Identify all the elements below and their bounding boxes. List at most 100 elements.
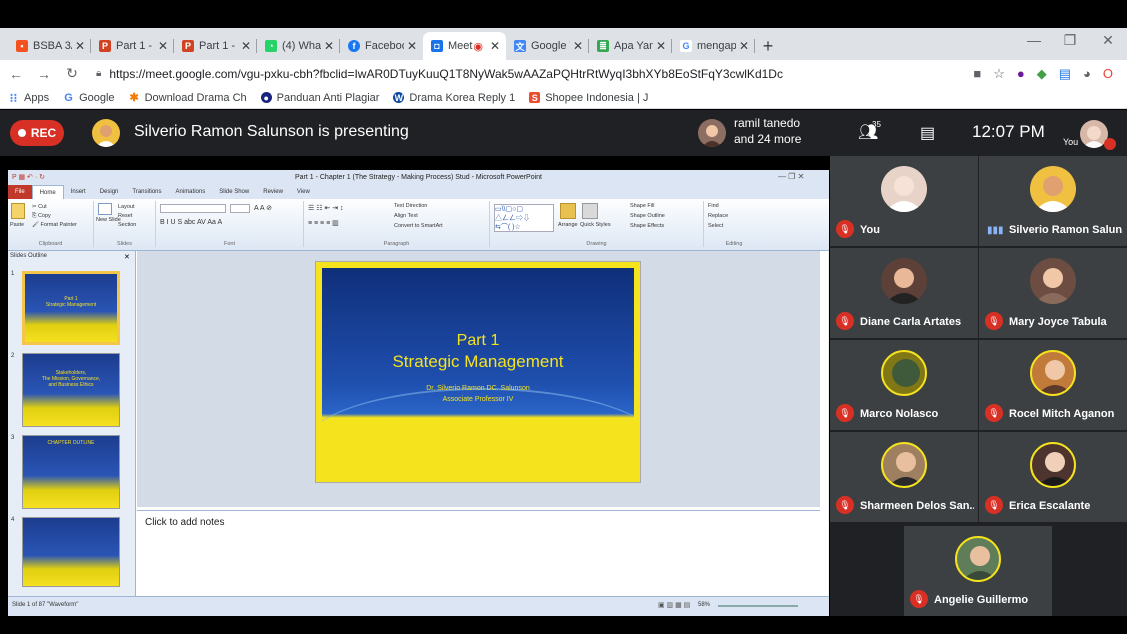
forward-icon[interactable]: → xyxy=(32,66,56,82)
tab-insert[interactable]: Insert xyxy=(64,185,93,199)
participant-tile[interactable]: 🎙︎ Angelie Guillermo xyxy=(904,526,1052,616)
tab-design[interactable]: Design xyxy=(93,185,126,199)
camera-icon[interactable]: ■ xyxy=(973,66,981,81)
slide-thumbnail[interactable]: Part 1 Strategic Management xyxy=(22,271,120,345)
vertical-scrollbar[interactable] xyxy=(828,251,829,596)
extension-icon[interactable]: ▤ xyxy=(1059,66,1071,82)
align-buttons[interactable]: ≡ ≡ ≡ ≡ ▥ xyxy=(308,219,339,227)
slide-thumbnail[interactable] xyxy=(22,517,120,587)
close-tab-icon[interactable]: ✕ xyxy=(739,39,749,53)
close-tab-icon[interactable]: ✕ xyxy=(490,39,500,53)
slide-thumbnail[interactable]: Stakeholders, The Mission, Governance, a… xyxy=(22,353,120,427)
tab-animations[interactable]: Animations xyxy=(169,185,213,199)
close-tab-icon[interactable]: ✕ xyxy=(407,39,417,53)
tab-transitions[interactable]: Transitions xyxy=(125,185,168,199)
browser-tab[interactable]: ▪BSBA 3A -✕ xyxy=(8,32,91,60)
participant-tile[interactable]: 🎙︎ Erica Escalante xyxy=(979,432,1127,522)
tab-view[interactable]: View xyxy=(290,185,317,199)
convert-smartart-button[interactable]: Convert to SmartArt xyxy=(394,223,443,229)
replace-button[interactable]: Replace xyxy=(708,213,728,219)
browser-tab[interactable]: 文Google Terj✕ xyxy=(506,32,589,60)
participant-tile[interactable]: 🎙︎ Sharmeen Delos San... xyxy=(830,432,978,522)
shape-fill-button[interactable]: Shape Fill xyxy=(630,203,654,209)
new-slide-icon[interactable] xyxy=(98,203,112,215)
notes-pane[interactable]: Click to add notes xyxy=(137,510,820,596)
participant-tile[interactable]: 🎙︎ Mary Joyce Tabula xyxy=(979,248,1127,338)
participant-tile[interactable]: 🎙︎ Rocel Mitch Aganon xyxy=(979,340,1127,430)
cut-button[interactable]: ✂ Cut xyxy=(32,204,47,210)
font-size-buttons[interactable]: A A ⊘ xyxy=(254,204,272,212)
browser-tab[interactable]: fFacebook✕ xyxy=(340,32,423,60)
list-buttons[interactable]: ☰ ☷ ⇤ ⇥ ↕ xyxy=(308,204,344,212)
maximize-icon[interactable]: ❐ xyxy=(1052,32,1088,49)
bookmark-panduan[interactable]: ● Panduan Anti Plagiar xyxy=(260,92,379,104)
profile-icon[interactable]: ◕ xyxy=(1083,66,1091,81)
close-tab-icon[interactable]: ✕ xyxy=(324,39,334,53)
select-button[interactable]: Select xyxy=(708,223,723,229)
paste-button[interactable]: Paste xyxy=(10,222,24,228)
back-icon[interactable]: ← xyxy=(4,66,28,82)
participant-tile[interactable]: 🎙︎ Diane Carla Artates xyxy=(830,248,978,338)
participant-tile[interactable]: 🎙︎ You xyxy=(830,156,978,246)
panel-tabs[interactable]: Slides Outline xyxy=(10,253,47,259)
ppt-window-controls[interactable]: — ❐ ✕ xyxy=(778,172,804,181)
quick-styles-button[interactable]: Quick Styles xyxy=(580,222,611,228)
current-slide[interactable]: Part 1 Strategic Management Dr. Silverio… xyxy=(315,261,641,483)
close-tab-icon[interactable]: ✕ xyxy=(241,39,251,53)
bookmark-drama[interactable]: ✱ Download Drama Ch xyxy=(129,92,246,105)
bookmark-apps[interactable]: ⁝⁝ Apps xyxy=(8,91,49,105)
section-button[interactable]: Section xyxy=(118,222,136,228)
font-size-input[interactable] xyxy=(230,204,250,213)
tab-slide-show[interactable]: Slide Show xyxy=(212,185,256,199)
quick-styles-icon[interactable] xyxy=(582,203,598,219)
browser-tab[interactable]: ≣Apa Yang D✕ xyxy=(589,32,672,60)
find-button[interactable]: Find xyxy=(708,203,719,209)
tab-review[interactable]: Review xyxy=(256,185,290,199)
align-text-button[interactable]: Align Text xyxy=(394,213,418,219)
minimize-icon[interactable]: — xyxy=(1016,32,1052,48)
star-icon[interactable]: ☆ xyxy=(993,66,1005,82)
bookmark-google[interactable]: G Google xyxy=(63,92,114,104)
view-buttons[interactable]: ▣ ▥ ▦ ▤ xyxy=(658,601,690,609)
close-tab-icon[interactable]: ✕ xyxy=(573,39,583,53)
font-name-input[interactable] xyxy=(160,204,226,213)
browser-tab[interactable]: ◔(4) WhatsAp✕ xyxy=(257,32,340,60)
paste-icon[interactable] xyxy=(11,203,25,219)
shape-effects-button[interactable]: Shape Effects xyxy=(630,223,664,229)
reload-icon[interactable]: ↻ xyxy=(60,65,84,82)
bookmark-shopee[interactable]: S Shopee Indonesia | J xyxy=(529,92,648,104)
close-tab-icon[interactable]: ✕ xyxy=(158,39,168,53)
arrange-button[interactable]: Arrange xyxy=(558,222,578,228)
format-painter-button[interactable]: 🖌︎ Format Painter xyxy=(32,222,77,228)
reset-button[interactable]: Reset xyxy=(118,213,132,219)
copy-button[interactable]: ⎘ Copy xyxy=(32,213,51,220)
shapes-gallery[interactable]: ▭\\▢○▢ △ㄥㄥ⇨⇩ ⇆⌒( )☆ xyxy=(494,204,554,232)
close-icon[interactable]: ✕ xyxy=(124,253,130,261)
chat-icon[interactable]: ▤ xyxy=(920,123,935,143)
close-tab-icon[interactable]: ✕ xyxy=(75,39,85,53)
tab-home[interactable]: Home xyxy=(31,185,64,199)
arrange-icon[interactable] xyxy=(560,203,576,219)
extension-icon[interactable]: ● xyxy=(1017,66,1025,81)
browser-tab[interactable]: Gmengapa p✕ xyxy=(672,32,755,60)
layout-button[interactable]: Layout xyxy=(118,204,135,210)
browser-tab[interactable]: PPart 1 - Cha✕ xyxy=(91,32,174,60)
participant-tile[interactable]: 🎙︎ Marco Nolasco xyxy=(830,340,978,430)
text-direction-button[interactable]: Text Direction xyxy=(394,203,427,209)
shopee-icon: S xyxy=(529,92,541,103)
url-field[interactable]: 🔒︎ https://meet.google.com/vgu-pxku-cbh?f… xyxy=(96,67,783,81)
tab-file[interactable]: File xyxy=(8,185,32,199)
font-style-buttons[interactable]: B I U S abc AV Aa A xyxy=(160,219,222,226)
opera-icon[interactable]: O xyxy=(1103,66,1113,81)
new-tab-button[interactable]: + xyxy=(755,32,781,60)
close-tab-icon[interactable]: ✕ xyxy=(656,39,666,53)
shape-outline-button[interactable]: Shape Outline xyxy=(630,213,665,219)
browser-tab[interactable]: PPart 1 - Cha✕ xyxy=(174,32,257,60)
extension-icon[interactable]: ◆ xyxy=(1037,66,1047,82)
slide-thumbnail[interactable]: CHAPTER OUTLINE xyxy=(22,435,120,509)
bookmark-drama-korea[interactable]: W Drama Korea Reply 1 xyxy=(393,92,515,104)
participant-tile[interactable]: ▮▮▮ Silverio Ramon Salun... xyxy=(979,156,1127,246)
close-window-icon[interactable]: ✕ xyxy=(1090,32,1126,49)
browser-tab-active[interactable]: ◘Meet -◉✕ xyxy=(423,32,506,60)
zoom-slider[interactable] xyxy=(718,605,798,607)
